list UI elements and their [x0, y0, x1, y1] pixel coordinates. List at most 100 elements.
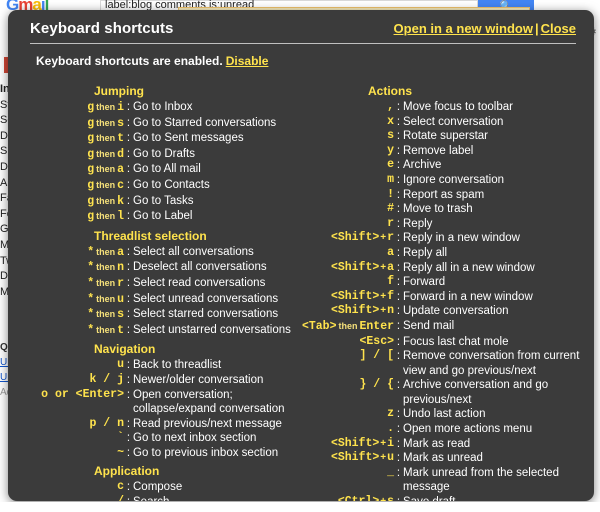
shortcut-row: ] / [: Remove conversation from current v…: [266, 349, 588, 378]
shortcut-row: g then c: Go to Contacts: [28, 178, 300, 194]
shortcut-description: Mark unread from the selected message: [403, 466, 559, 494]
shortcut-colon: :: [126, 132, 131, 145]
shortcut-key: ,: [266, 100, 394, 115]
shortcut-key-primary: a: [387, 245, 394, 259]
shortcut-key: z: [266, 407, 394, 422]
shortcut-key-primary: p / n: [89, 416, 124, 430]
shortcut-key: _: [266, 466, 394, 495]
shortcut-row: g then a: Go to All mail: [28, 162, 300, 178]
close-link[interactable]: Close: [541, 21, 576, 36]
shortcut-description: Update conversation: [403, 305, 509, 318]
disable-shortcuts-link[interactable]: Disable: [226, 54, 269, 68]
shortcut-colon: :: [396, 188, 401, 201]
shortcut-colon: :: [126, 276, 131, 289]
shortcut-key-secondary: Enter: [359, 319, 394, 333]
shortcut-key-secondary: t: [117, 323, 124, 337]
dialog-header-links: Open in a new window | Close: [394, 21, 576, 36]
shortcut-key: ~: [28, 446, 124, 461]
shortcut-key: <Shift>+a: [266, 261, 394, 276]
shortcut-key-joiner: +: [380, 452, 387, 464]
shortcut-key-primary: <Shift>: [330, 289, 380, 303]
shortcut-key-secondary: n: [387, 304, 394, 318]
shortcut-row: a: Reply all: [266, 246, 588, 261]
shortcut-description: Remove conversation from current view an…: [403, 350, 580, 377]
shortcut-colon: :: [396, 423, 401, 436]
shortcut-key-secondary: i: [387, 436, 394, 450]
shortcut-row: <Tab> then Enter: Send mail: [266, 319, 588, 335]
open-in-new-window-link[interactable]: Open in a new window: [394, 21, 533, 36]
shortcut-key-primary: `: [117, 431, 124, 445]
shortcut-key-primary: <Ctrl>: [338, 495, 379, 501]
shortcut-row: <Shift>+n: Update conversation: [266, 304, 588, 319]
shortcut-key-secondary: u: [387, 451, 394, 465]
shortcut-row: .: Open more actions menu: [266, 422, 588, 437]
shortcut-key-primary: r: [387, 216, 394, 230]
shortcut-row: `: Go to next inbox section: [28, 431, 300, 446]
shortcut-key-joiner: then: [96, 195, 116, 206]
shortcut-key: m: [266, 173, 394, 188]
shortcut-description: Forward: [403, 276, 446, 289]
shortcut-row: g then k: Go to Tasks: [28, 194, 300, 210]
shortcut-key-primary: #: [387, 202, 394, 216]
shortcuts-enabled-text: Keyboard shortcuts are enabled.: [36, 54, 223, 68]
section-title-threadlist-selection: Threadlist selection: [94, 228, 207, 243]
shortcut-key-primary: u: [117, 358, 124, 372]
shortcut-colon: :: [396, 335, 401, 348]
shortcut-key-primary: ,: [387, 100, 394, 113]
shortcut-colon: :: [126, 446, 131, 459]
shortcut-description: Save draft: [403, 495, 588, 501]
shortcut-key: x: [266, 115, 394, 130]
shortcut-key-primary: <Shift>: [330, 304, 380, 318]
shortcut-key-joiner: +: [380, 232, 387, 244]
shortcut-colon: :: [126, 432, 131, 445]
shortcut-row: * then t: Select unstarred conversations: [28, 323, 300, 339]
shortcut-colon: :: [396, 144, 401, 157]
shortcut-key-primary: f: [387, 275, 394, 289]
shortcut-row: <Ctrl>+s:Save draft: [266, 495, 588, 501]
shortcut-row: g then s: Go to Starred conversations: [28, 116, 300, 132]
shortcut-key-primary: } / {: [359, 378, 394, 392]
shortcut-key-primary: ] / [: [359, 349, 394, 363]
shortcut-row: ,: Move focus to toolbar: [266, 100, 588, 115]
shortcut-key-primary: !: [387, 187, 394, 201]
shortcut-key: * then n: [28, 260, 124, 276]
shortcut-key: .: [266, 422, 394, 437]
shortcut-key: e: [266, 158, 394, 173]
shortcut-colon: :: [126, 101, 131, 113]
shortcut-key: c: [28, 480, 124, 495]
shortcut-colon: :: [396, 232, 401, 245]
shortcut-key: g then a: [28, 162, 124, 178]
shortcut-description: Remove label: [403, 144, 474, 157]
shortcut-row: m: Ignore conversation: [266, 173, 588, 188]
shortcut-colon: :: [396, 261, 401, 274]
shortcut-key: <Shift>+r: [266, 231, 394, 246]
shortcut-description: Undo last action: [403, 408, 486, 421]
shortcut-key-primary: <Shift>: [330, 231, 380, 245]
shortcut-key-primary: s: [387, 129, 394, 143]
shortcut-colon: :: [126, 481, 131, 494]
shortcut-description: Send mail: [403, 319, 455, 332]
shortcut-key: <Shift>+u: [266, 451, 394, 466]
shortcut-description: Mark as read: [403, 437, 471, 450]
shortcut-key-joiner: +: [380, 290, 387, 302]
shortcut-key: * then r: [28, 276, 124, 292]
shortcut-key-joiner: then: [96, 211, 116, 222]
shortcut-key: <Shift>+i: [266, 437, 394, 452]
shortcut-description: Report as spam: [403, 188, 485, 201]
shortcut-row: !: Report as spam: [266, 188, 588, 203]
shortcut-key: s: [266, 129, 394, 144]
shortcut-key-secondary: s: [117, 308, 124, 322]
shortcut-row: <Shift>+r: Reply in a new window: [266, 231, 588, 246]
shortcut-key-joiner: then: [338, 320, 358, 331]
shortcut-row: #: Move to trash: [266, 202, 588, 217]
shortcut-row: <Shift>+u: Mark as unread: [266, 451, 588, 466]
shortcut-key-primary: o or <Enter>: [41, 387, 124, 401]
shortcut-table-actions: ,: Move focus to toolbar x: Select conversa…: [266, 100, 588, 501]
shortcut-key: /: [28, 495, 124, 501]
shortcut-colon: :: [396, 217, 401, 230]
shortcut-key-secondary: s: [117, 116, 124, 130]
shortcut-table-threadlist-selection: * then a: Select all conversations * then n: De…: [28, 245, 300, 339]
shortcut-key-joiner: +: [380, 437, 387, 449]
shortcut-colon: :: [126, 116, 131, 129]
shortcut-row: c: Compose: [28, 480, 300, 495]
